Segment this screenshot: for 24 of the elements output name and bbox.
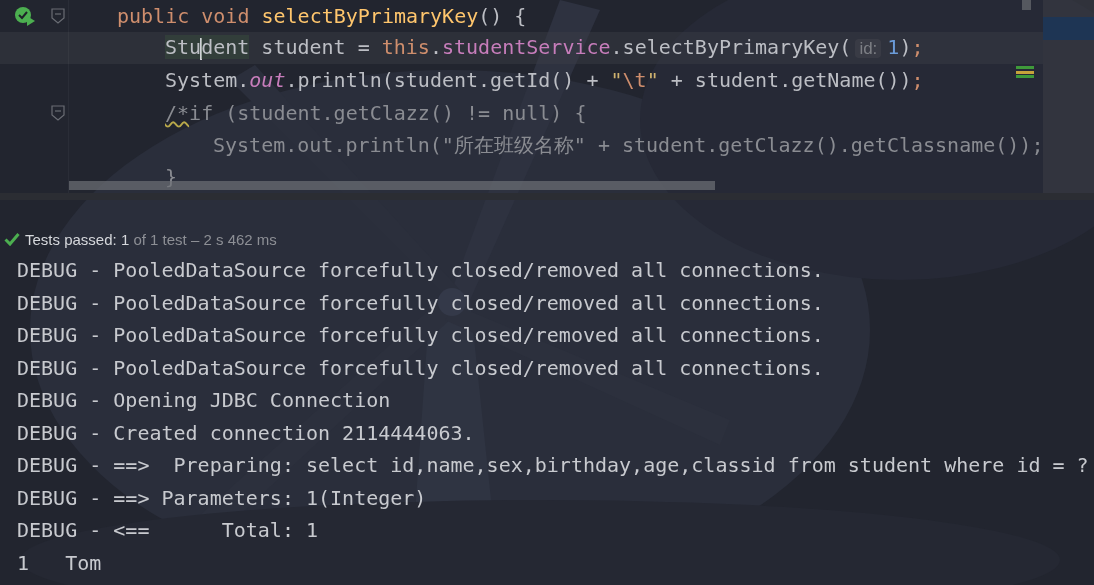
code-line: }	[165, 163, 178, 190]
change-markers	[1016, 66, 1034, 78]
console-line: DEBUG - Created connection 2114444063.	[17, 419, 476, 447]
console-line: DEBUG - PooledDataSource forcefully closed/removed all connections.	[17, 257, 825, 284]
fold-icon[interactable]	[51, 104, 65, 121]
minimap-viewport[interactable]	[1043, 17, 1094, 40]
code-line: /*if (student.getClazz() != null) {	[165, 99, 587, 126]
console-line: DEBUG - ==> Parameters: 1(Integer)	[17, 484, 428, 512]
vertical-scrollbar[interactable]	[1022, 0, 1031, 10]
console-line: DEBUG - Opening JDBC Connection	[17, 387, 392, 414]
test-status: Tests passed: 1 of 1 test – 2 s 462 ms	[25, 230, 277, 248]
console-line: DEBUG - <== Total: 1	[17, 517, 320, 544]
console-line: DEBUG - PooledDataSource forcefully closed/removed all connections.	[17, 322, 825, 349]
code-line: System.out.println("所在班级名称" + student.getClazz().getClassname());	[213, 131, 1044, 158]
code-line: public void selectByPrimaryKey() {	[117, 3, 527, 30]
run-test-icon[interactable]	[14, 6, 36, 27]
console-line: DEBUG - PooledDataSource forcefully closed/removed all connections.	[17, 289, 825, 317]
fold-icon[interactable]	[51, 8, 65, 25]
console-line: DEBUG - PooledDataSource forcefully closed/removed all connections.	[17, 354, 825, 382]
check-icon	[4, 232, 20, 246]
code-line: Student student = this.studentService.selectByPrimaryKey( id: 1);	[165, 34, 924, 62]
console-line: 1 Tom	[17, 549, 103, 577]
console-line: DEBUG - ==> Preparing: select id,name,sex,birthday,age,classid from student where id = ?	[17, 452, 1090, 479]
code-line: System.out.println(student.getId() + "\t" + student.getName());	[165, 67, 924, 94]
